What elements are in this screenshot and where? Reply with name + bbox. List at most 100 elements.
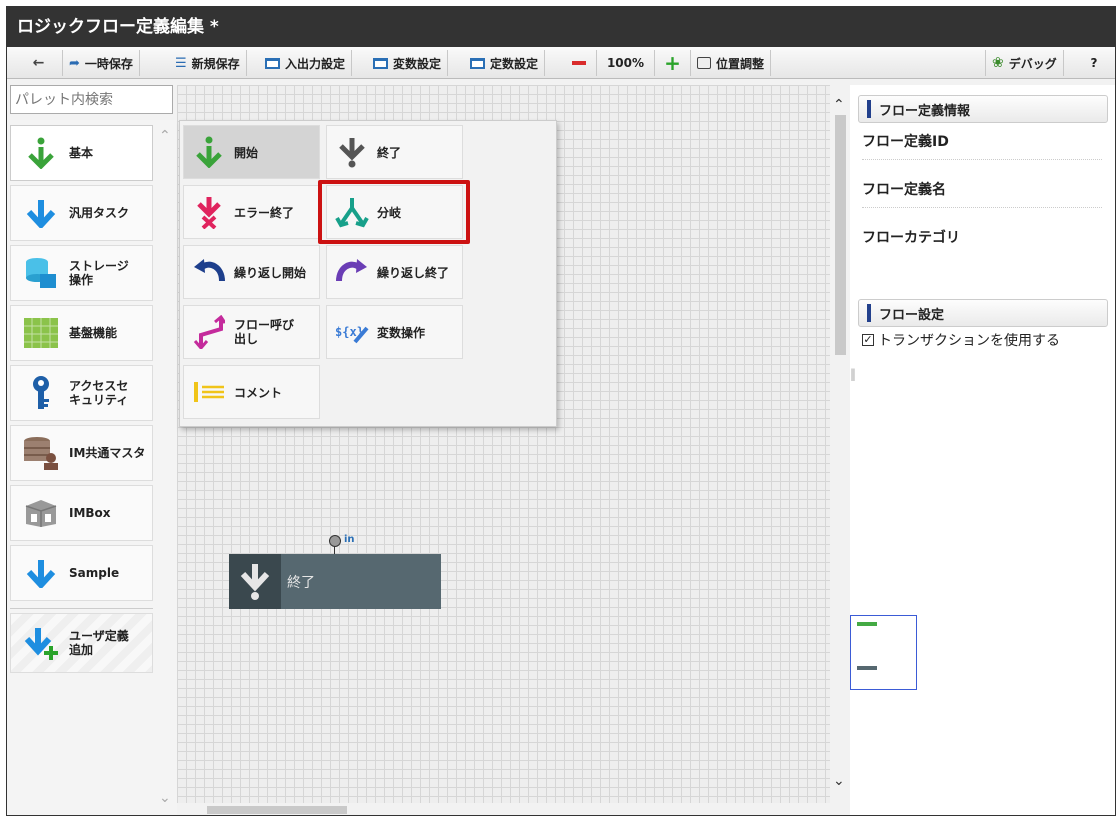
branch-highlight-box xyxy=(318,180,470,244)
flow-call-icon xyxy=(192,315,226,349)
bug-icon: ❀ xyxy=(992,55,1004,71)
var-settings-button[interactable]: 変数設定 xyxy=(367,50,449,76)
node-loop-start[interactable]: 繰り返し開始 xyxy=(183,245,320,299)
toolbar: ← ➦ 一時保存 ☰ 新規保存 入出力設定 変数設定 定数設定 100% + 位… xyxy=(7,47,1115,79)
var-settings-label: 変数設定 xyxy=(393,56,442,71)
palette-item-general-task[interactable]: 汎用タスク xyxy=(10,185,153,241)
port-label: in xyxy=(344,534,355,545)
node-label: 変数操作 xyxy=(377,325,426,340)
app-window: ロジックフロー定義編集 * ← ➦ 一時保存 ☰ 新規保存 入出力設定 変数設定… xyxy=(6,6,1116,816)
back-button[interactable]: ← xyxy=(15,50,63,76)
use-transaction-checkbox[interactable]: ✓ xyxy=(862,334,874,346)
const-settings-label: 定数設定 xyxy=(490,56,539,71)
io-settings-button[interactable]: 入出力設定 xyxy=(259,50,353,76)
io-settings-label: 入出力設定 xyxy=(285,56,346,71)
database-user-icon xyxy=(23,435,59,471)
flow-settings-section-header[interactable]: フロー設定 xyxy=(858,299,1108,327)
section-marker xyxy=(867,304,871,322)
palette-item-im-master[interactable]: IM共通マスタ xyxy=(10,425,153,481)
debug-button[interactable]: ❀ デバッグ xyxy=(985,50,1064,76)
node-error-end[interactable]: エラー終了 xyxy=(183,185,320,239)
grid-tiles-icon xyxy=(23,315,59,351)
palette-item-label: 基盤機能 xyxy=(69,325,118,340)
scroll-thumb[interactable] xyxy=(207,806,347,814)
palette-item-label: 汎用タスク xyxy=(69,205,130,220)
plus-icon: + xyxy=(664,51,681,75)
node-label: エラー終了 xyxy=(234,205,295,220)
arrow-left-icon: ← xyxy=(32,55,45,71)
palette-item-label: IM共通マスタ xyxy=(69,445,146,460)
new-save-button[interactable]: ☰ 新規保存 xyxy=(169,50,247,76)
palette-item-basic[interactable]: 基本 xyxy=(10,125,153,181)
down-arrow-green-icon xyxy=(23,135,59,171)
node-label: 繰り返し開始 xyxy=(234,265,307,280)
chevron-down-icon[interactable]: ⌄ xyxy=(833,773,845,789)
loop-start-icon xyxy=(192,255,226,289)
palette-item-sample[interactable]: Sample xyxy=(10,545,153,601)
node-palette-popup: 開始 終了 エラー終了 分岐 繰り返し開始 繰り返し終了 フロー呼び出し ${x… xyxy=(179,120,557,427)
end-icon xyxy=(229,554,281,609)
minimap-node xyxy=(857,666,877,670)
canvas-end-node[interactable]: 終了 xyxy=(229,554,441,609)
canvas-vertical-scrollbar[interactable] xyxy=(830,85,850,815)
node-comment[interactable]: コメント xyxy=(183,365,320,419)
flow-info-section-header[interactable]: フロー定義情報 xyxy=(858,95,1108,123)
node-variable-op[interactable]: ${x} 変数操作 xyxy=(326,305,463,359)
comment-icon xyxy=(192,375,226,409)
minimap-node xyxy=(857,622,877,626)
palette-item-label: ストレージ操作 xyxy=(69,258,129,287)
section-title: フロー定義情報 xyxy=(879,103,971,119)
node-label: コメント xyxy=(234,385,283,400)
input-port[interactable] xyxy=(329,535,341,547)
node-start[interactable]: 開始 xyxy=(183,125,320,179)
palette-item-add-user-defined[interactable]: ユーザ定義追加 xyxy=(10,613,153,673)
palette-item-storage[interactable]: ストレージ操作 xyxy=(10,245,153,301)
scroll-thumb[interactable] xyxy=(835,115,846,355)
zoom-in-button[interactable]: + xyxy=(655,50,691,76)
flow-category-label: フローカテゴリ xyxy=(862,230,960,246)
canvas-node-label: 終了 xyxy=(287,574,315,591)
node-loop-end[interactable]: 繰り返し終了 xyxy=(326,245,463,299)
new-save-icon: ☰ xyxy=(175,55,187,71)
position-adjust-button[interactable]: 位置調整 xyxy=(691,50,772,76)
help-button[interactable]: ? xyxy=(1079,50,1109,76)
node-label: 繰り返し終了 xyxy=(377,265,450,280)
node-flow-call[interactable]: フロー呼び出し xyxy=(183,305,320,359)
properties-panel: フロー定義情報 フロー定義ID フロー定義名 フローカテゴリ フロー設定 ✓ ト… xyxy=(850,85,1115,615)
minimap[interactable] xyxy=(850,615,1115,815)
error-end-icon xyxy=(192,195,226,229)
use-transaction-row[interactable]: ✓ トランザクションを使用する xyxy=(862,330,1060,350)
variable-op-icon: ${x} xyxy=(335,315,369,349)
down-arrow-blue-icon xyxy=(23,555,59,591)
palette-item-label: 基本 xyxy=(69,145,94,160)
minimap-viewport[interactable] xyxy=(850,615,917,690)
palette-item-imbox[interactable]: IMBox xyxy=(10,485,153,541)
zoom-out-button[interactable] xyxy=(561,50,597,76)
section-title: フロー設定 xyxy=(879,307,945,323)
chevron-down-icon: ⌄ xyxy=(159,790,171,806)
loop-end-icon xyxy=(335,255,369,289)
window-icon xyxy=(265,57,280,69)
key-icon xyxy=(23,375,59,411)
palette-scrollbar[interactable]: ⌃ ⌄ xyxy=(154,120,176,815)
flow-id-label: フロー定義ID xyxy=(862,131,1102,160)
node-label: 開始 xyxy=(234,145,259,160)
palette-search-input[interactable] xyxy=(10,85,173,114)
start-icon xyxy=(192,135,226,169)
panel-splitter[interactable]: ‖ xyxy=(850,367,856,397)
const-settings-button[interactable]: 定数設定 xyxy=(464,50,546,76)
position-adjust-label: 位置調整 xyxy=(716,56,765,71)
node-end[interactable]: 終了 xyxy=(326,125,463,179)
palette-item-label: ユーザ定義追加 xyxy=(69,628,129,657)
debug-label: デバッグ xyxy=(1008,56,1057,71)
palette-item-platform[interactable]: 基盤機能 xyxy=(10,305,153,361)
temp-save-icon: ➦ xyxy=(69,55,80,71)
canvas-horizontal-scrollbar[interactable] xyxy=(177,803,830,815)
node-label: フロー呼び出し xyxy=(234,317,295,346)
palette-item-access-security[interactable]: アクセスセキュリティ xyxy=(10,365,153,421)
flow-name-label: フロー定義名 xyxy=(862,179,1102,208)
end-icon xyxy=(335,135,369,169)
temp-save-button[interactable]: ➦ 一時保存 xyxy=(63,50,140,76)
add-user-defined-icon xyxy=(23,625,59,661)
chevron-up-icon[interactable]: ⌃ xyxy=(833,97,845,113)
